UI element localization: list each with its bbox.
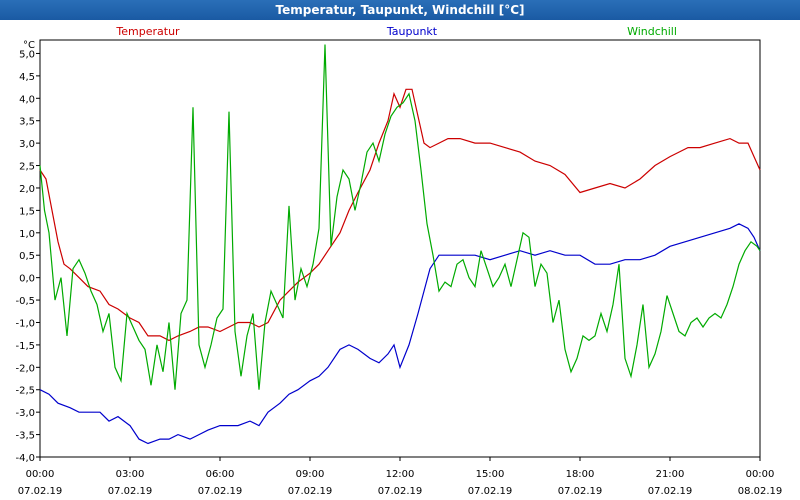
x-tick-time-label: 06:00 [206,469,235,480]
x-tick-date-label: 07.02.19 [198,486,243,497]
y-tick-label: -0,5 [15,296,35,307]
chart-window: Temperatur, Taupunkt, Windchill [°C] -4,… [0,0,800,500]
line-chart: -4,0 -3,5 -3,0 -2,5 -2,0 -1,5 -1,0 -0,5 0,0 0,5 1,… [15,25,783,497]
x-tick-date-label: 08.02.19 [738,486,783,497]
y-axis-label: °C [23,40,35,51]
y-tick-label: -2,5 [15,386,35,397]
x-tick-date-label: 07.02.19 [378,486,423,497]
x-tick-date-label: 07.02.19 [558,486,603,497]
legend-entry-taupunkt: Taupunkt [386,25,438,38]
x-tick-date-label: 07.02.19 [468,486,513,497]
legend: Temperatur Taupunkt Windchill [115,25,677,38]
y-tick-label: 2,0 [19,184,35,195]
y-axis-ticks: -4,0 -3,5 -3,0 -2,5 -2,0 -1,5 -1,0 -0,5 0,0 0,5 1,… [15,49,40,464]
y-tick-label: -2,0 [15,363,35,374]
window-title: Temperatur, Taupunkt, Windchill [°C] [0,0,800,20]
y-tick-label: 4,5 [19,72,35,83]
y-tick-label: 3,5 [19,117,35,128]
y-tick-label: 2,5 [19,162,35,173]
legend-entry-temperatur: Temperatur [115,25,180,38]
y-tick-label: -4,0 [15,453,35,464]
x-tick-time-label: 09:00 [296,469,325,480]
x-tick-time-label: 21:00 [656,469,685,480]
y-tick-label: 3,0 [19,139,35,150]
x-tick-date-label: 07.02.19 [288,486,333,497]
axes [39,39,761,458]
x-tick-time-label: 03:00 [116,469,145,480]
x-tick-date-label: 07.02.19 [108,486,153,497]
x-tick-time-label: 18:00 [566,469,595,480]
y-tick-label: 1,0 [19,229,35,240]
x-tick-date-label: 07.02.19 [648,486,693,497]
y-tick-label: 0,5 [19,251,35,262]
y-tick-label: -1,0 [15,318,35,329]
plot-frame [39,39,761,458]
x-tick-time-label: 12:00 [386,469,415,480]
legend-entry-windchill: Windchill [627,25,677,38]
x-tick-time-label: 15:00 [476,469,505,480]
x-tick-time-label: 00:00 [26,469,55,480]
x-axis-ticks: 00:00 07.02.19 03:00 07.02.19 06:00 07.02.19 0… [18,457,783,497]
y-tick-label: -1,5 [15,341,35,352]
x-tick-date-label: 07.02.19 [18,486,63,497]
y-tick-label: -3,0 [15,408,35,419]
y-tick-label: 5,0 [19,49,35,60]
x-tick-time-label: 00:00 [746,469,775,480]
y-tick-label: 1,5 [19,206,35,217]
y-tick-label: 0,0 [19,274,35,285]
y-tick-label: -3,5 [15,431,35,442]
y-tick-label: 4,0 [19,94,35,105]
